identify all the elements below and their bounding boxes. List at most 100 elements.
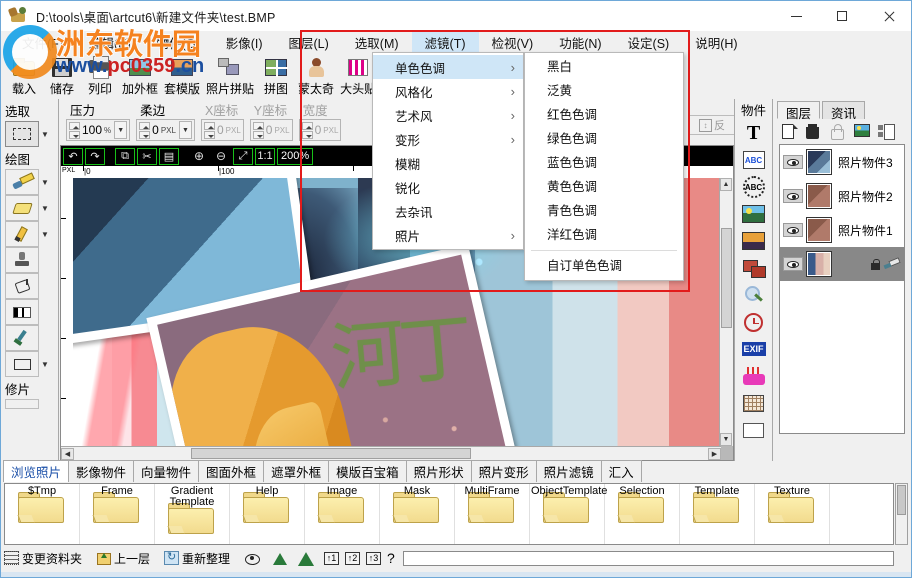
maximize-button[interactable]	[819, 1, 865, 31]
layer-tab-1[interactable]: 资讯	[822, 101, 866, 121]
eye-visibility-icon[interactable]	[783, 257, 803, 271]
property-dropdown-0[interactable]: ▼	[114, 121, 128, 139]
menu-item-4[interactable]: 图层(L)	[276, 31, 342, 54]
duplicate-layer-icon[interactable]	[878, 124, 895, 140]
draw-tool-button-6[interactable]	[5, 325, 39, 351]
view-mode-1-icon[interactable]: ↑1	[324, 551, 340, 565]
object-tool-4[interactable]	[740, 228, 768, 254]
folder-item-1[interactable]: Frame	[80, 484, 155, 544]
object-tool-10[interactable]	[740, 390, 768, 416]
menu-option-1[interactable]: 风格化 ›	[373, 79, 523, 103]
draw-tool-button-0[interactable]	[5, 169, 39, 195]
browser-tab-6[interactable]: 照片形状	[405, 460, 472, 482]
scroll-up-arrow[interactable]: ▲	[720, 178, 732, 191]
toolbar-button-3[interactable]: 加外框	[119, 53, 161, 97]
draw-tool-dropdown-2[interactable]: ▼	[39, 230, 51, 239]
menu-item-3[interactable]: 影像(I)	[213, 31, 276, 54]
object-tool-11[interactable]	[740, 417, 768, 443]
browser-action-0[interactable]: 变更资料夹	[4, 550, 82, 567]
browser-tab-9[interactable]: 汇入	[600, 460, 642, 482]
submenu-option-5[interactable]: 黄色色调	[525, 175, 683, 199]
draw-tool-dropdown-1[interactable]: ▼	[39, 204, 51, 213]
draw-tool-button-1[interactable]	[5, 195, 39, 221]
browser-tab-0[interactable]: 浏览照片	[3, 460, 70, 482]
toolbar-button-2[interactable]: 列印	[81, 53, 119, 97]
layer-row-3[interactable]	[780, 247, 904, 281]
spinner-3[interactable]	[252, 121, 264, 139]
folder-item-8[interactable]: Selection	[605, 484, 680, 544]
browser-tab-1[interactable]: 影像物件	[68, 460, 135, 482]
scroll-right-arrow[interactable]: ▶	[708, 448, 721, 460]
submenu-option-7[interactable]: 洋红色调	[525, 223, 683, 247]
layer-row-2[interactable]: 照片物件1	[780, 213, 904, 247]
fit-to-window-icon[interactable]: ⤢	[233, 147, 253, 165]
cut-scissors-icon[interactable]: ✂	[137, 147, 157, 165]
view-mode-3-icon[interactable]: ↑3	[366, 551, 382, 565]
scroll-left-arrow[interactable]: ◀	[61, 447, 74, 460]
toolbar-button-1[interactable]: 储存	[43, 53, 81, 97]
menu-option-0[interactable]: 单色色调 ›	[373, 55, 523, 79]
property-input-3[interactable]: 0 PXL	[249, 119, 293, 141]
property-input-1[interactable]: 0 PXL ▼	[136, 119, 195, 141]
submenu-option-1[interactable]: 泛黄	[525, 79, 683, 103]
canvas-vertical-scrollbar[interactable]: ▲ ▼	[719, 178, 733, 446]
browser-tab-7[interactable]: 照片变形	[470, 460, 537, 482]
folder-item-9[interactable]: Template	[680, 484, 755, 544]
view-mode-2-icon[interactable]: ↑2	[345, 551, 361, 565]
submenu-option-3[interactable]: 绿色色调	[525, 127, 683, 151]
folder-scroll-thumb[interactable]	[897, 485, 906, 515]
mountain-large-icon[interactable]	[297, 551, 315, 566]
object-tool-8[interactable]: EXIF	[740, 336, 768, 362]
object-tool-0[interactable]: T	[740, 120, 768, 146]
object-tool-5[interactable]	[740, 255, 768, 281]
submenu-option-2[interactable]: 红色色调	[525, 103, 683, 127]
submenu-option-4[interactable]: 蓝色色调	[525, 151, 683, 175]
folder-item-6[interactable]: MultiFrame	[455, 484, 530, 544]
folder-item-3[interactable]: Help	[230, 484, 305, 544]
scroll-down-arrow[interactable]: ▼	[720, 433, 732, 446]
layer-row-0[interactable]: 照片物件3	[780, 145, 904, 179]
spinner-2[interactable]	[203, 121, 215, 139]
redo-icon[interactable]: ↷	[85, 147, 105, 165]
menu-option-5[interactable]: 锐化	[373, 175, 523, 199]
folder-item-4[interactable]: Image	[305, 484, 380, 544]
minimize-button[interactable]	[773, 1, 819, 31]
menu-item-1[interactable]: 编辑(E)	[76, 31, 144, 54]
browser-tab-8[interactable]: 照片滤镜	[535, 460, 602, 482]
undo-icon[interactable]: ↶	[63, 147, 83, 165]
mountain-small-icon[interactable]	[272, 552, 288, 565]
toolbar-button-4[interactable]: 套模版	[161, 53, 203, 97]
menu-item-2[interactable]: 物件(O)	[144, 31, 213, 54]
toolbar-button-0[interactable]: 载入	[5, 53, 43, 97]
zoom-in-icon[interactable]: ⊕	[189, 148, 209, 165]
object-tool-9[interactable]	[740, 363, 768, 389]
property-input-2[interactable]: 0 PXL	[200, 119, 244, 141]
object-tool-6[interactable]	[740, 282, 768, 308]
close-button[interactable]	[865, 1, 911, 31]
zoom-out-icon[interactable]: ⊖	[211, 148, 231, 165]
folder-item-0[interactable]: $Tmp	[5, 484, 80, 544]
folder-item-10[interactable]: Texture	[755, 484, 830, 544]
layer-image-icon[interactable]	[854, 124, 870, 140]
menu-option-6[interactable]: 去杂讯	[373, 199, 523, 223]
folder-item-2[interactable]: Gradient Template	[155, 484, 230, 544]
submenu-option-0[interactable]: 黑白	[525, 55, 683, 79]
eye-visibility-icon[interactable]	[783, 189, 803, 203]
toolbar-button-7[interactable]: 蒙太奇	[295, 53, 337, 97]
browser-tab-5[interactable]: 模版百宝箱	[328, 460, 407, 482]
new-layer-icon[interactable]	[782, 124, 798, 140]
menu-item-5[interactable]: 选取(M)	[342, 31, 412, 54]
submenu-footer-option[interactable]: 自订单色色调	[525, 254, 683, 278]
delete-layer-icon[interactable]	[806, 124, 822, 140]
object-tool-1[interactable]: ABC	[740, 147, 768, 173]
property-input-4[interactable]: 0 PXL	[298, 119, 342, 141]
draw-tool-button-5[interactable]	[5, 299, 39, 325]
draw-tool-dropdown-0[interactable]: ▼	[39, 178, 51, 187]
lock-layer-icon[interactable]	[830, 124, 846, 140]
eye-preview-icon[interactable]	[244, 553, 261, 565]
help-question-icon[interactable]: ?	[387, 550, 395, 566]
layer-tab-0[interactable]: 图层	[777, 101, 821, 121]
submenu-option-6[interactable]: 青色色调	[525, 199, 683, 223]
menu-item-0[interactable]: 文件(F)	[9, 31, 76, 54]
copy-icon[interactable]: ⧉	[115, 147, 135, 165]
